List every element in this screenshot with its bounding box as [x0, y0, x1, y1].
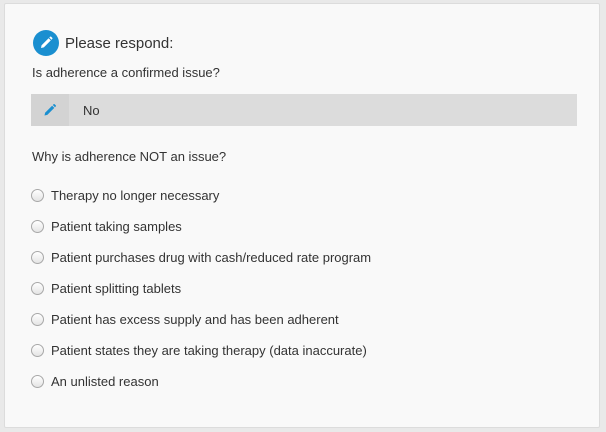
option-therapy-not-necessary[interactable]: Therapy no longer necessary: [31, 180, 371, 211]
answer-field[interactable]: No: [31, 94, 577, 126]
pencil-icon: [44, 104, 56, 116]
reason-options: Therapy no longer necessary Patient taki…: [31, 180, 371, 397]
option-cash-reduced-rate[interactable]: Patient purchases drug with cash/reduced…: [31, 242, 371, 273]
question-adherence-confirmed: Is adherence a confirmed issue?: [32, 65, 220, 80]
option-label: Therapy no longer necessary: [51, 188, 220, 203]
radio-button[interactable]: [31, 220, 44, 233]
option-data-inaccurate[interactable]: Patient states they are taking therapy (…: [31, 335, 371, 366]
option-unlisted-reason[interactable]: An unlisted reason: [31, 366, 371, 397]
option-label: Patient purchases drug with cash/reduced…: [51, 250, 372, 265]
pencil-icon: [33, 30, 59, 56]
response-header: Please respond:: [33, 28, 173, 58]
option-label: Patient taking samples: [51, 219, 182, 234]
option-label: An unlisted reason: [51, 374, 159, 389]
response-card: Please respond: Is adherence a confirmed…: [4, 3, 600, 428]
radio-button[interactable]: [31, 313, 44, 326]
radio-button[interactable]: [31, 282, 44, 295]
radio-button[interactable]: [31, 189, 44, 202]
radio-button[interactable]: [31, 375, 44, 388]
option-label: Patient splitting tablets: [51, 281, 182, 296]
option-splitting-tablets[interactable]: Patient splitting tablets: [31, 273, 371, 304]
question-why-not-issue: Why is adherence NOT an issue?: [32, 149, 227, 164]
option-excess-supply[interactable]: Patient has excess supply and has been a…: [31, 304, 371, 335]
page-title: Please respond:: [65, 34, 174, 52]
radio-button[interactable]: [31, 344, 44, 357]
radio-button[interactable]: [31, 251, 44, 264]
option-label: Patient has excess supply and has been a…: [51, 312, 339, 327]
answer-value: No: [83, 102, 100, 118]
edit-answer-button[interactable]: [31, 94, 69, 126]
option-label: Patient states they are taking therapy (…: [51, 343, 367, 358]
option-taking-samples[interactable]: Patient taking samples: [31, 211, 371, 242]
